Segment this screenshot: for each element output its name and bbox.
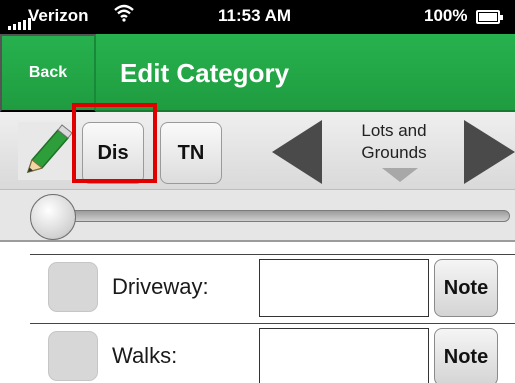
list-item-walks: Walks: Note — [0, 313, 515, 383]
slider-area — [0, 190, 515, 242]
previous-category-arrow-icon[interactable] — [272, 120, 322, 184]
item-label: Walks: — [112, 343, 178, 368]
carrier-name: Verizon — [28, 6, 89, 25]
category-name: Lots and Grounds — [361, 121, 427, 162]
status-time: 11:53 AM — [218, 6, 292, 25]
back-button[interactable]: Back — [0, 34, 96, 112]
list-item-driveway: Driveway: Note — [0, 244, 515, 317]
item-label: Driveway: — [112, 274, 209, 299]
slider-track[interactable] — [40, 210, 510, 222]
item-value-field[interactable] — [259, 259, 429, 317]
inspection-item-list: Driveway: Note Walks: Note — [0, 244, 515, 383]
row-divider — [30, 323, 515, 324]
item-value-field[interactable] — [259, 328, 429, 383]
tn-button[interactable]: TN — [160, 122, 222, 184]
page-title: Edit Category — [120, 58, 290, 88]
next-category-arrow-icon[interactable] — [464, 120, 515, 184]
chevron-down-icon[interactable] — [382, 168, 418, 182]
slider-thumb[interactable] — [30, 194, 76, 240]
battery-percent: 100% — [424, 6, 468, 25]
wifi-icon — [114, 4, 134, 27]
dis-button[interactable]: Dis — [82, 122, 144, 184]
note-button[interactable]: Note — [434, 328, 498, 383]
item-checkbox[interactable] — [48, 331, 98, 381]
category-toolbar: Dis TN Lots and Grounds — [0, 112, 515, 190]
pencil-icon[interactable] — [18, 122, 74, 180]
status-bar: Verizon 11:53 AM 100% — [0, 0, 515, 34]
row-divider — [30, 254, 515, 255]
navigation-bar: Back Edit Category — [0, 34, 515, 112]
edit-category-screen: Verizon 11:53 AM 100% Back Edit Category… — [0, 0, 515, 383]
item-checkbox[interactable] — [48, 262, 98, 312]
battery-icon — [476, 10, 503, 24]
note-button[interactable]: Note — [434, 259, 498, 317]
